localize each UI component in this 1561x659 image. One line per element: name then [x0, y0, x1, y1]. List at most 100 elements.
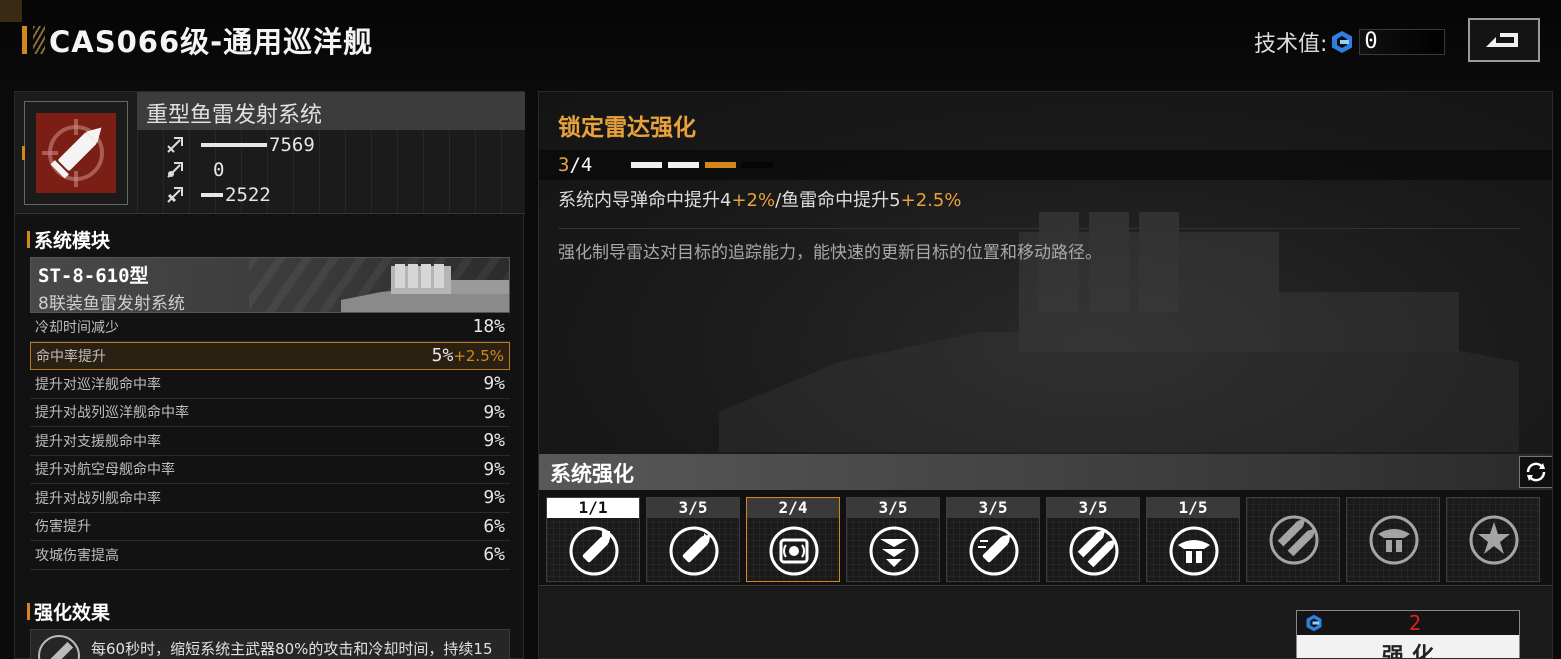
burst-icon [1468, 514, 1520, 566]
upgrade-title: 锁定雷达强化 [558, 115, 696, 141]
back-button[interactable] [1468, 18, 1540, 62]
module-name: ST-8-610型 [38, 265, 149, 287]
module-launcher-image [341, 264, 509, 312]
refresh-button[interactable] [1519, 456, 1552, 488]
torpedo-speed-icon [968, 525, 1020, 577]
attribute-name: 提升对航空母舰命中率 [35, 462, 175, 479]
effect-torpedo: /鱼雷命中提升5 [775, 190, 901, 211]
slot-level: 1/1 [547, 498, 639, 518]
enhance-button[interactable]: 2 强化 [1296, 610, 1520, 659]
slot-level: 3/5 [947, 498, 1039, 518]
attribute-row: 攻城伤害提高 6% [30, 541, 510, 570]
slot-level: 1/5 [1147, 498, 1239, 518]
stat-value: 2522 [225, 184, 271, 206]
title-group: CAS066级-通用巡洋舰 [22, 22, 374, 59]
attribute-row: 提升对战列巡洋舰命中率 9% [30, 399, 510, 427]
effect-description: 每60秒时，缩短系统主武器80%的攻击和冷却时间，持续15 [91, 640, 493, 658]
divider [558, 228, 1520, 229]
attribute-name: 命中率提升 [36, 348, 106, 365]
enhance-cost: 2 [1409, 611, 1422, 635]
attribute-name: 冷却时间减少 [35, 319, 119, 336]
attribute-value: 9% [483, 373, 505, 395]
tech-label: 技术值: [1254, 32, 1328, 57]
effects-section-label: 强化效果 [27, 598, 110, 625]
module-card[interactable]: ST-8-610型 8联装鱼雷发射系统 [30, 257, 510, 313]
turret-icon [1368, 514, 1420, 566]
strengthen-slot[interactable]: 2/4 [746, 497, 840, 582]
twin-missile-icon [1068, 525, 1120, 577]
attribute-name: 提升对支援舰命中率 [35, 433, 161, 450]
attribute-row: 提升对战列舰命中率 9% [30, 484, 510, 513]
attribute-value: 6% [483, 544, 505, 566]
strengthen-slot[interactable]: 1/1 [546, 497, 640, 582]
tech-point-icon [1306, 614, 1322, 632]
upgrade-detail: 锁定雷达强化 3/4 系统内导弹命中提升4+2%/鱼雷命中提升5+2.5% 强化… [539, 92, 1552, 454]
accent-mark [22, 146, 25, 160]
modules-label-text: 系统模块 [34, 230, 111, 252]
strengthen-slot[interactable]: 3/5 [646, 497, 740, 582]
slot-level: 3/5 [847, 498, 939, 518]
level-pip [705, 162, 736, 168]
system-panel: 重型鱼雷发射系统 7569 0 2522 系统模块 ST-8-610型 8联装鱼… [14, 91, 525, 659]
attribute-value: 9% [483, 487, 505, 509]
tech-value: 0 [1359, 29, 1446, 55]
attribute-table: 冷却时间减少 18% 命中率提升 5%+2.5% 提升对巡洋舰命中率 9% 提升… [30, 313, 510, 570]
level-max: /4 [569, 154, 593, 176]
slot-level: 3/5 [1047, 498, 1139, 518]
attribute-row: 提升对巡洋舰命中率 9% [30, 370, 510, 399]
title-accent-bar [22, 26, 27, 54]
system-icon-frame[interactable] [22, 101, 128, 205]
stat-value: 0 [213, 159, 225, 181]
attribute-name: 伤害提升 [35, 519, 91, 536]
upgrade-level: 3/4 [558, 154, 592, 176]
effect-missile-bonus: +2% [731, 190, 776, 211]
stat-row-penetration: 0 [165, 158, 224, 182]
level-pip [742, 162, 773, 168]
system-name: 重型鱼雷发射系统 [146, 103, 323, 128]
strengthen-slot-locked[interactable] [1346, 497, 1440, 582]
twin-missile-icon [1268, 514, 1320, 566]
attribute-value: 18% [472, 316, 505, 338]
module-description: 8联装鱼雷发射系统 [38, 294, 185, 313]
attribute-value: 6% [483, 515, 505, 537]
section-mark [27, 603, 30, 620]
level-pip [631, 162, 662, 168]
attribute-name: 攻城伤害提高 [35, 547, 119, 564]
enhance-label: 强化 [1382, 644, 1443, 659]
page-title: CAS066级-通用巡洋舰 [49, 25, 374, 59]
level-pips [631, 162, 773, 168]
strengthen-slot-locked[interactable] [1246, 497, 1340, 582]
upgrade-panel: 锁定雷达强化 3/4 系统内导弹命中提升4+2%/鱼雷命中提升5+2.5% 强化… [538, 91, 1553, 659]
slot-level: 3/5 [647, 498, 739, 518]
back-icon [1486, 33, 1518, 47]
attribute-value: 5% [431, 345, 454, 367]
stat-row-damage: 7569 [165, 133, 315, 157]
stat-row-accuracy: 2522 [165, 183, 271, 207]
attribute-row: 提升对支援舰命中率 9% [30, 427, 510, 456]
torpedo-boost-icon [668, 525, 720, 577]
torpedo-upgrade-icon [38, 635, 80, 659]
strengthen-slot[interactable]: 1/5 [1146, 497, 1240, 582]
penetration-icon [167, 162, 183, 178]
strengthen-slot[interactable]: 3/5 [946, 497, 1040, 582]
strengthen-slot-locked[interactable] [1446, 497, 1540, 582]
attribute-name: 提升对战列舰命中率 [35, 490, 161, 507]
damage-icon [167, 137, 183, 153]
stat-bar [201, 143, 267, 147]
torpedo-icon [36, 113, 116, 193]
attribute-name: 提升对战列巡洋舰命中率 [35, 405, 189, 422]
system-header: 重型鱼雷发射系统 7569 0 2522 [15, 92, 525, 214]
upgrade-description: 强化制导雷达对目标的追踪能力，能快速的更新目标的位置和移动路径。 [558, 243, 1102, 263]
attribute-value-group: 5%+2.5% [432, 345, 504, 366]
enhance-area: 2 强化 [539, 587, 1552, 659]
armor-pierce-icon [868, 525, 920, 577]
stat-bar [201, 193, 223, 197]
level-pip [668, 162, 699, 168]
attribute-row: 提升对航空母舰命中率 9% [30, 456, 510, 484]
tech-value-display: 技术值: 0 [1254, 26, 1446, 58]
accuracy-icon [167, 187, 183, 203]
strengthen-slot[interactable]: 3/5 [846, 497, 940, 582]
modules-section-label: 系统模块 [27, 226, 110, 253]
slot-level: 2/4 [747, 498, 839, 518]
strengthen-slot[interactable]: 3/5 [1046, 497, 1140, 582]
